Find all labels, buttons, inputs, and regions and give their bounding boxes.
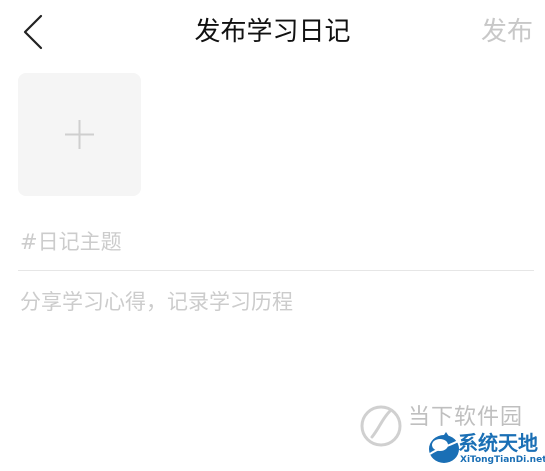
diary-topic-input[interactable] xyxy=(18,222,538,262)
watermark-brand: 系统天地 XiTongTianDi.net xyxy=(426,428,545,471)
top-bar: 发布学习日记 发布 xyxy=(0,0,545,64)
watermark-logo-icon xyxy=(360,405,402,447)
add-photo-button[interactable] xyxy=(18,73,141,196)
watermark-brand-name: 系统天地 xyxy=(458,431,538,455)
plus-icon xyxy=(65,120,94,149)
divider xyxy=(18,270,534,271)
diary-content-input[interactable] xyxy=(18,284,538,404)
publish-button[interactable]: 发布 xyxy=(481,13,533,51)
watermark-brand-url: XiTongTianDi.net xyxy=(460,455,545,465)
globe-logo-icon xyxy=(429,432,461,463)
publish-diary-page: 发布学习日记 发布 当下软件园 系统天地 XiTongTianDi.net xyxy=(0,0,545,471)
page-title: 发布学习日记 xyxy=(194,17,351,47)
